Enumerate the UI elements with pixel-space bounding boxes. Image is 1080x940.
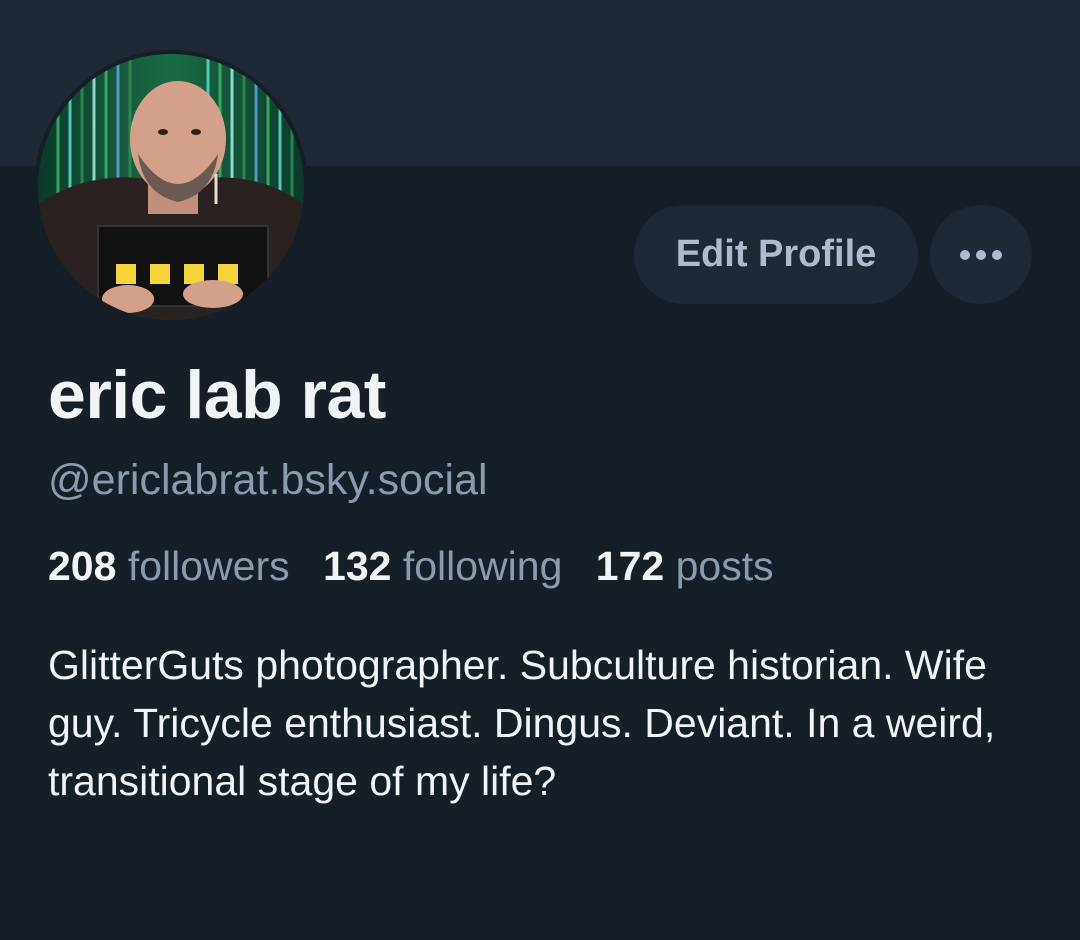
avatar[interactable] [34, 50, 308, 324]
profile-bio: GlitterGuts photographer. Subculture his… [48, 642, 996, 804]
profile-handle[interactable]: @ericlabrat.bsky.social [48, 456, 488, 505]
followers-label: followers [127, 543, 290, 589]
display-name: eric lab rat [48, 357, 386, 433]
posts-count: 172 [595, 543, 665, 589]
profile-stats: 208 followers 132 following 172 posts [48, 543, 796, 590]
followers-stat[interactable]: 208 followers [48, 543, 290, 590]
posts-stat: 172 posts [596, 543, 774, 590]
following-stat[interactable]: 132 following [323, 543, 562, 590]
followers-count: 208 [48, 543, 117, 589]
avatar-image [38, 54, 304, 320]
more-options-button[interactable] [930, 205, 1032, 304]
avatar-photo [38, 54, 304, 320]
following-label: following [402, 543, 563, 589]
posts-label: posts [675, 543, 774, 589]
following-count: 132 [323, 543, 392, 589]
profile-page: Edit Profile eric lab rat @ericlabrat.bs… [0, 0, 1080, 940]
edit-profile-button[interactable]: Edit Profile [634, 205, 918, 304]
ellipsis-icon [960, 249, 1002, 260]
